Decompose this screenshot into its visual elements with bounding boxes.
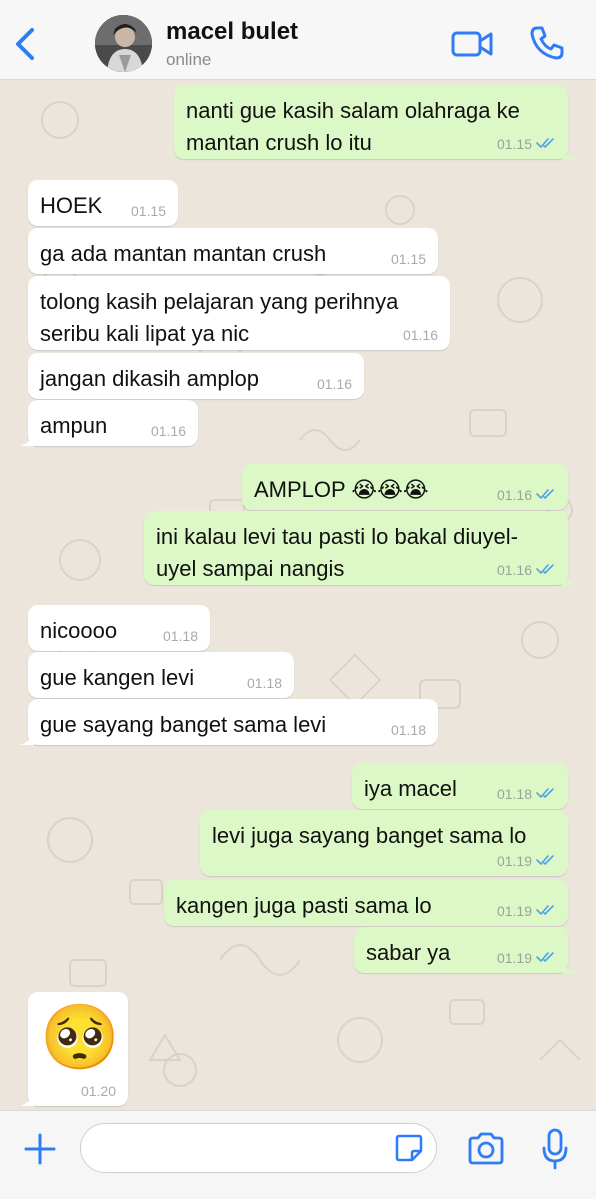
camera-icon xyxy=(468,1132,504,1165)
message-meta: 01.16 xyxy=(497,488,556,502)
incoming-message[interactable]: jangan dikasih amplop 01.16 xyxy=(28,353,364,399)
message-time: 01.15 xyxy=(496,136,532,152)
read-status xyxy=(536,854,556,868)
incoming-message[interactable]: ampun 01.16 xyxy=(20,400,198,446)
outgoing-message[interactable]: ini kalau levi tau pasti lo bakal diuyel… xyxy=(144,511,576,585)
outgoing-message[interactable]: kangen juga pasti sama lo 01.19 xyxy=(164,880,568,926)
outgoing-message[interactable]: iya macel 01.18 xyxy=(352,763,568,809)
sticker-button[interactable] xyxy=(394,1133,424,1163)
message-meta: 01.19 xyxy=(497,951,556,965)
message-time: 01.18 xyxy=(162,628,198,644)
message-meta: 01.16 xyxy=(317,377,352,391)
read-status xyxy=(536,904,556,918)
message-list[interactable]: nanti gue kasih salam olahraga ke mantan… xyxy=(0,80,596,1110)
emoji-message-text: 🥺 xyxy=(40,1001,120,1073)
message-time: 01.18 xyxy=(496,786,532,802)
incoming-message[interactable]: HOEK 01.15 xyxy=(28,180,178,226)
message-meta: 01.18 xyxy=(247,676,282,690)
read-status xyxy=(536,951,556,965)
incoming-message[interactable]: gue sayang banget sama levi 01.18 xyxy=(20,699,438,745)
message-meta: 01.19 xyxy=(497,854,556,868)
read-status xyxy=(536,488,556,502)
message-time: 01.16 xyxy=(496,487,532,503)
double-check-icon xyxy=(536,788,554,798)
incoming-message[interactable]: ga ada mantan mantan crush 01.15 xyxy=(28,228,438,274)
message-text: ga ada mantan mantan crush xyxy=(40,241,327,266)
message-text: jangan dikasih amplop xyxy=(40,366,259,391)
video-camera-icon xyxy=(451,31,493,57)
microphone-icon xyxy=(542,1128,568,1170)
read-status xyxy=(536,137,556,151)
message-meta: 01.16 xyxy=(403,328,438,342)
message-meta: 01.18 xyxy=(163,629,198,643)
outgoing-message[interactable]: levi juga sayang banget sama lo 01.19 xyxy=(200,810,568,876)
contact-avatar[interactable] xyxy=(95,15,152,72)
message-time: 01.18 xyxy=(246,675,282,691)
bubble-tail xyxy=(562,571,576,585)
double-check-icon xyxy=(536,564,554,574)
message-meta: 01.19 xyxy=(497,904,556,918)
chevron-left-icon xyxy=(16,28,34,60)
message-meta: 01.16 xyxy=(497,563,556,577)
incoming-message[interactable]: nicoooo 01.18 xyxy=(28,605,210,651)
contact-status: online xyxy=(166,50,212,69)
message-meta: 01.15 xyxy=(391,252,426,266)
message-time: 01.16 xyxy=(496,562,532,578)
double-check-icon xyxy=(536,952,554,962)
video-call-button[interactable] xyxy=(450,26,494,62)
message-meta: 01.15 xyxy=(131,204,166,218)
bubble-tail xyxy=(562,145,576,159)
message-text: levi juga sayang banget sama lo xyxy=(212,823,527,848)
message-text: gue sayang banget sama levi xyxy=(40,712,327,737)
message-time: 01.16 xyxy=(402,327,438,343)
message-time: 01.19 xyxy=(496,903,532,919)
back-button[interactable] xyxy=(8,20,44,68)
phone-icon xyxy=(530,26,564,60)
incoming-message[interactable]: tolong kasih pelajaran yang perihnya ser… xyxy=(28,276,450,350)
message-meta: 01.18 xyxy=(391,723,426,737)
message-time: 01.16 xyxy=(150,423,186,439)
message-meta: 01.20 xyxy=(81,1084,116,1098)
message-time: 01.15 xyxy=(390,251,426,267)
microphone-button[interactable] xyxy=(540,1127,570,1171)
read-status xyxy=(536,787,556,801)
message-input[interactable] xyxy=(80,1123,437,1173)
message-time: 01.20 xyxy=(80,1083,116,1099)
camera-button[interactable] xyxy=(466,1131,506,1167)
message-meta: 01.16 xyxy=(151,424,186,438)
bubble-tail xyxy=(562,959,576,973)
message-time: 01.15 xyxy=(130,203,166,219)
contact-name[interactable]: macel bulet xyxy=(166,18,298,46)
attach-button[interactable] xyxy=(22,1131,58,1167)
double-check-icon xyxy=(536,489,554,499)
outgoing-message[interactable]: AMPLOP 😭😭😭 01.16 xyxy=(242,464,568,510)
bubble-tail xyxy=(20,432,34,446)
incoming-message[interactable]: 🥺 01.20 xyxy=(20,992,128,1106)
message-time: 01.16 xyxy=(316,376,352,392)
plus-icon xyxy=(24,1133,56,1165)
message-time: 01.19 xyxy=(496,853,532,869)
sticker-icon xyxy=(395,1134,423,1162)
composer-bar xyxy=(0,1110,596,1199)
incoming-message[interactable]: gue kangen levi 01.18 xyxy=(28,652,294,698)
double-check-icon xyxy=(536,138,554,148)
outgoing-message[interactable]: nanti gue kasih salam olahraga ke mantan… xyxy=(174,85,576,159)
double-check-icon xyxy=(536,905,554,915)
double-check-icon xyxy=(536,855,554,865)
message-time: 01.18 xyxy=(390,722,426,738)
message-text: tolong kasih pelajaran yang perihnya ser… xyxy=(40,289,399,346)
voice-call-button[interactable] xyxy=(528,24,566,62)
bubble-tail xyxy=(20,731,34,745)
message-text: gue kangen levi xyxy=(40,665,195,690)
bubble-tail xyxy=(20,1092,34,1106)
message-meta: 01.15 xyxy=(497,137,556,151)
chat-header: macel bulet online xyxy=(0,0,596,80)
read-status xyxy=(536,563,556,577)
message-time: 01.19 xyxy=(496,950,532,966)
message-meta: 01.18 xyxy=(497,787,556,801)
outgoing-message[interactable]: sabar ya 01.19 xyxy=(354,927,576,973)
